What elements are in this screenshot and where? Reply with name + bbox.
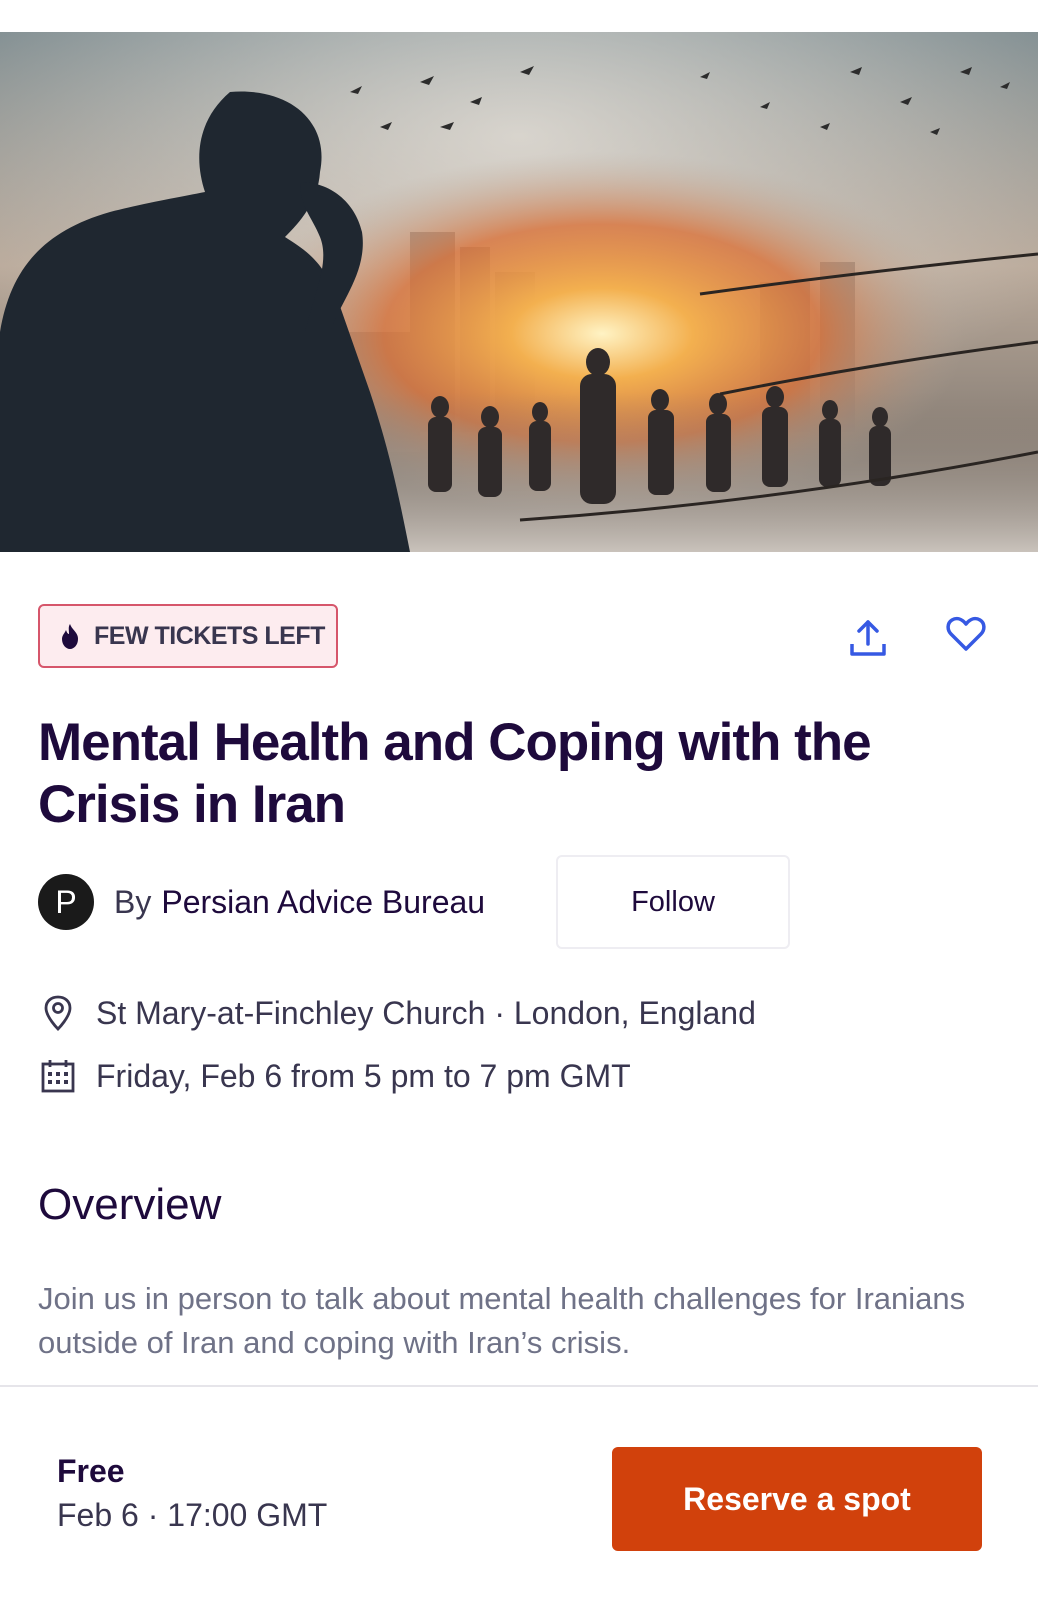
calendar-icon [38,1056,78,1096]
booking-bar: Free Feb 6 · 17:00 GMT Reserve a spot [0,1385,1038,1602]
event-title: Mental Health and Coping with the Crisis… [38,713,872,834]
organizer-avatar: P [38,874,94,930]
overview-text: Join us in person to talk about mental h… [38,1281,966,1360]
flame-icon [58,622,82,650]
few-tickets-badge: FEW TICKETS LEFT [38,604,338,668]
overview-heading: Overview [38,1180,222,1229]
share-button[interactable] [842,612,894,664]
datetime-text: Friday, Feb 6 from 5 pm to 7 pm GMT [96,1057,631,1094]
location-text: St Mary-at-Finchley Church · London, Eng… [96,994,756,1031]
location-pin-icon [38,993,78,1033]
follow-button[interactable]: Follow [556,855,790,949]
badge-label: FEW TICKETS LEFT [94,621,325,650]
date-row: Friday, Feb 6 from 5 pm to 7 pm GMT [38,1056,631,1096]
ticket-price: Free [57,1453,125,1489]
location-row[interactable]: St Mary-at-Finchley Church · London, Eng… [38,993,756,1033]
booking-datetime: Feb 6 · 17:00 GMT [57,1497,328,1533]
like-button[interactable] [940,608,992,660]
organizer-row[interactable]: P By Persian Advice Bureau [38,874,485,930]
top-strip [0,0,1038,32]
by-label: By [114,883,152,920]
event-hero-image [0,32,1038,552]
organizer-name[interactable]: Persian Advice Bureau [161,884,485,921]
reserve-spot-button[interactable]: Reserve a spot [612,1447,982,1551]
heart-icon [946,616,986,651]
share-icon [850,620,886,656]
